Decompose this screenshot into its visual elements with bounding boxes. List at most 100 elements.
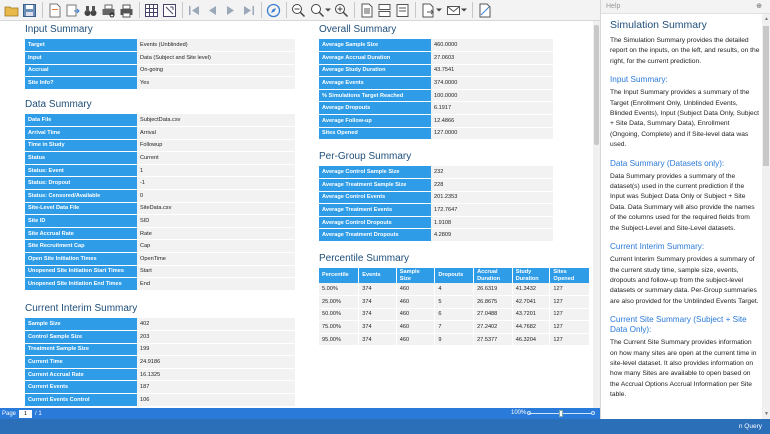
navigate-icon[interactable] [265, 2, 282, 19]
row-label: Average Accrual Duration [319, 51, 431, 65]
last-page-icon[interactable] [240, 2, 257, 19]
table-row: Status: Event 1 [25, 164, 295, 178]
help-section-heading: Data Summary (Datasets only): [610, 158, 725, 168]
row-value: 402 [137, 318, 295, 332]
page-number-input[interactable]: 1 [19, 409, 33, 418]
percentile-summary-section: Percentile Summary Percentile Events Sampl… [319, 253, 590, 347]
column-header: Sample Size [396, 268, 436, 283]
table-cell: 26.6319 [473, 283, 513, 297]
row-value: 232 [431, 166, 553, 180]
row-value: 12.4866 [431, 114, 553, 128]
help-intro: The Simulation Summary provides the deta… [610, 37, 760, 65]
row-label: Unopened Site Initiation Start Times [25, 265, 137, 279]
new-document-icon[interactable] [46, 2, 63, 19]
row-value: 374.0000 [431, 76, 553, 90]
table-row: Arrival Time Arrival [25, 126, 295, 140]
row-label: Status: Censored/Available [25, 189, 137, 203]
print-icon[interactable] [118, 2, 135, 19]
table-row: Average Study Duration 43.7541 [319, 64, 553, 78]
page-layout-icon[interactable] [358, 2, 375, 19]
help-pane: Help ⊕ Simulation Summary The Simulation… [600, 0, 770, 419]
row-value: Current [137, 151, 295, 165]
table-cell: 4 [434, 283, 475, 297]
table-row: Average Control Events 201.2353 [319, 191, 553, 205]
table-cell: 127 [549, 308, 590, 322]
report-vertical-scrollbar[interactable] [593, 21, 600, 408]
table-row: Time in Study Followup [25, 139, 295, 153]
report-scroll-thumb[interactable] [594, 25, 599, 145]
zoom-dropdown-icon[interactable] [308, 2, 332, 19]
row-value: Events (Unblinded) [137, 39, 295, 53]
zoom-out-icon[interactable] [290, 2, 307, 19]
row-value: 1.9108 [431, 216, 553, 230]
export-dropdown-icon[interactable] [419, 2, 443, 19]
row-value: SubjectData.csv [137, 114, 295, 128]
grid-icon[interactable] [143, 2, 160, 19]
table-cell: 27.2402 [473, 320, 513, 334]
table-row: Average Sample Size 460.0000 [319, 39, 553, 53]
help-vertical-scrollbar[interactable]: ▲ ▼ [762, 14, 770, 419]
table-cell: 50.00% [319, 308, 360, 322]
scroll-down-icon[interactable]: ▼ [764, 411, 769, 417]
overall-summary-table: Average Sample Size 460.0000 Average Accru… [319, 39, 553, 141]
export-document-icon[interactable] [64, 2, 81, 19]
row-label: Site ID [25, 214, 137, 228]
row-value: 24.9186 [137, 355, 295, 369]
table-row: 95.00% 374 460 9 27.5377 46.3204 127 [319, 333, 590, 347]
row-label: Current Time [25, 355, 137, 369]
bottom-bar: n Query [0, 419, 770, 434]
row-value: Data (Subject and Site level) [137, 51, 295, 65]
row-label: Status: Dropout [25, 176, 137, 191]
table-row: Site-Level Data File SiteData.csv [25, 202, 295, 216]
row-value: 16.1325 [137, 368, 295, 382]
status-bar: Page 1 / 1 100% [0, 408, 600, 419]
help-scroll-thumb[interactable] [763, 26, 769, 166]
overall-summary-title: Overall Summary [319, 24, 397, 35]
table-row: Input Data (Subject and Site level) [25, 51, 295, 65]
pin-icon[interactable]: ⊕ [756, 0, 762, 14]
table-row: Average Follow-up 12.4866 [319, 114, 553, 128]
print-preview-icon[interactable] [100, 2, 117, 19]
row-value: 106 [137, 393, 295, 407]
row-value: 4.2809 [431, 228, 553, 243]
help-section-heading: Current Interim Summary: [610, 242, 705, 252]
row-value: 201.2353 [431, 191, 553, 205]
table-row: Average Control Dropouts 1.9108 [319, 216, 553, 230]
overall-summary-section: Overall Summary Average Sample Size 460.0… [319, 24, 553, 141]
row-label: Current Events [25, 380, 137, 395]
first-page-icon[interactable] [186, 2, 203, 19]
previous-page-icon[interactable] [204, 2, 221, 19]
table-cell: 25.00% [319, 295, 360, 309]
table-row: Site Accrual Rate Rate [25, 227, 295, 241]
data-summary-section: Data Summary Data File SubjectData.csv Arr… [25, 99, 295, 291]
save-icon[interactable] [21, 2, 38, 19]
zoom-in-dot-icon[interactable] [591, 411, 595, 415]
table-cell: 27.5377 [473, 333, 513, 347]
fit-page-icon[interactable] [161, 2, 178, 19]
scroll-up-icon[interactable]: ▲ [764, 16, 769, 22]
data-summary-title: Data Summary [25, 99, 92, 110]
table-cell: 374 [358, 320, 397, 334]
toolbar-separator [42, 2, 43, 18]
table-row: 50.00% 374 460 6 27.0488 43.7201 127 [319, 308, 590, 322]
per-group-summary-section: Per-Group Summary Average Control Sample… [319, 151, 553, 243]
watermark-icon[interactable] [476, 2, 493, 19]
table-cell: 374 [358, 283, 397, 297]
table-row: 5.00% 374 460 4 26.6319 41.3432 127 [319, 283, 590, 297]
table-row: Current Time 24.9186 [25, 355, 295, 369]
single-page-icon[interactable] [394, 2, 411, 19]
table-cell: 460 [396, 320, 436, 334]
binoculars-icon[interactable] [82, 2, 99, 19]
row-value: 43.7541 [431, 64, 553, 78]
row-label: Treatment Sample Size [25, 343, 137, 357]
open-icon[interactable] [3, 2, 20, 19]
next-page-icon[interactable] [222, 2, 239, 19]
email-dropdown-icon[interactable] [444, 2, 468, 19]
table-row: Current Accrual Rate 16.1325 [25, 368, 295, 382]
zoom-slider-handle[interactable] [559, 410, 563, 417]
multi-page-icon[interactable] [376, 2, 393, 19]
row-label: Average Treatment Events [319, 203, 431, 217]
input-summary-table: Target Events (Unblinded) Input Data (Subje… [25, 39, 295, 90]
row-value: SiteData.csv [137, 202, 295, 216]
zoom-in-icon[interactable] [333, 2, 350, 19]
